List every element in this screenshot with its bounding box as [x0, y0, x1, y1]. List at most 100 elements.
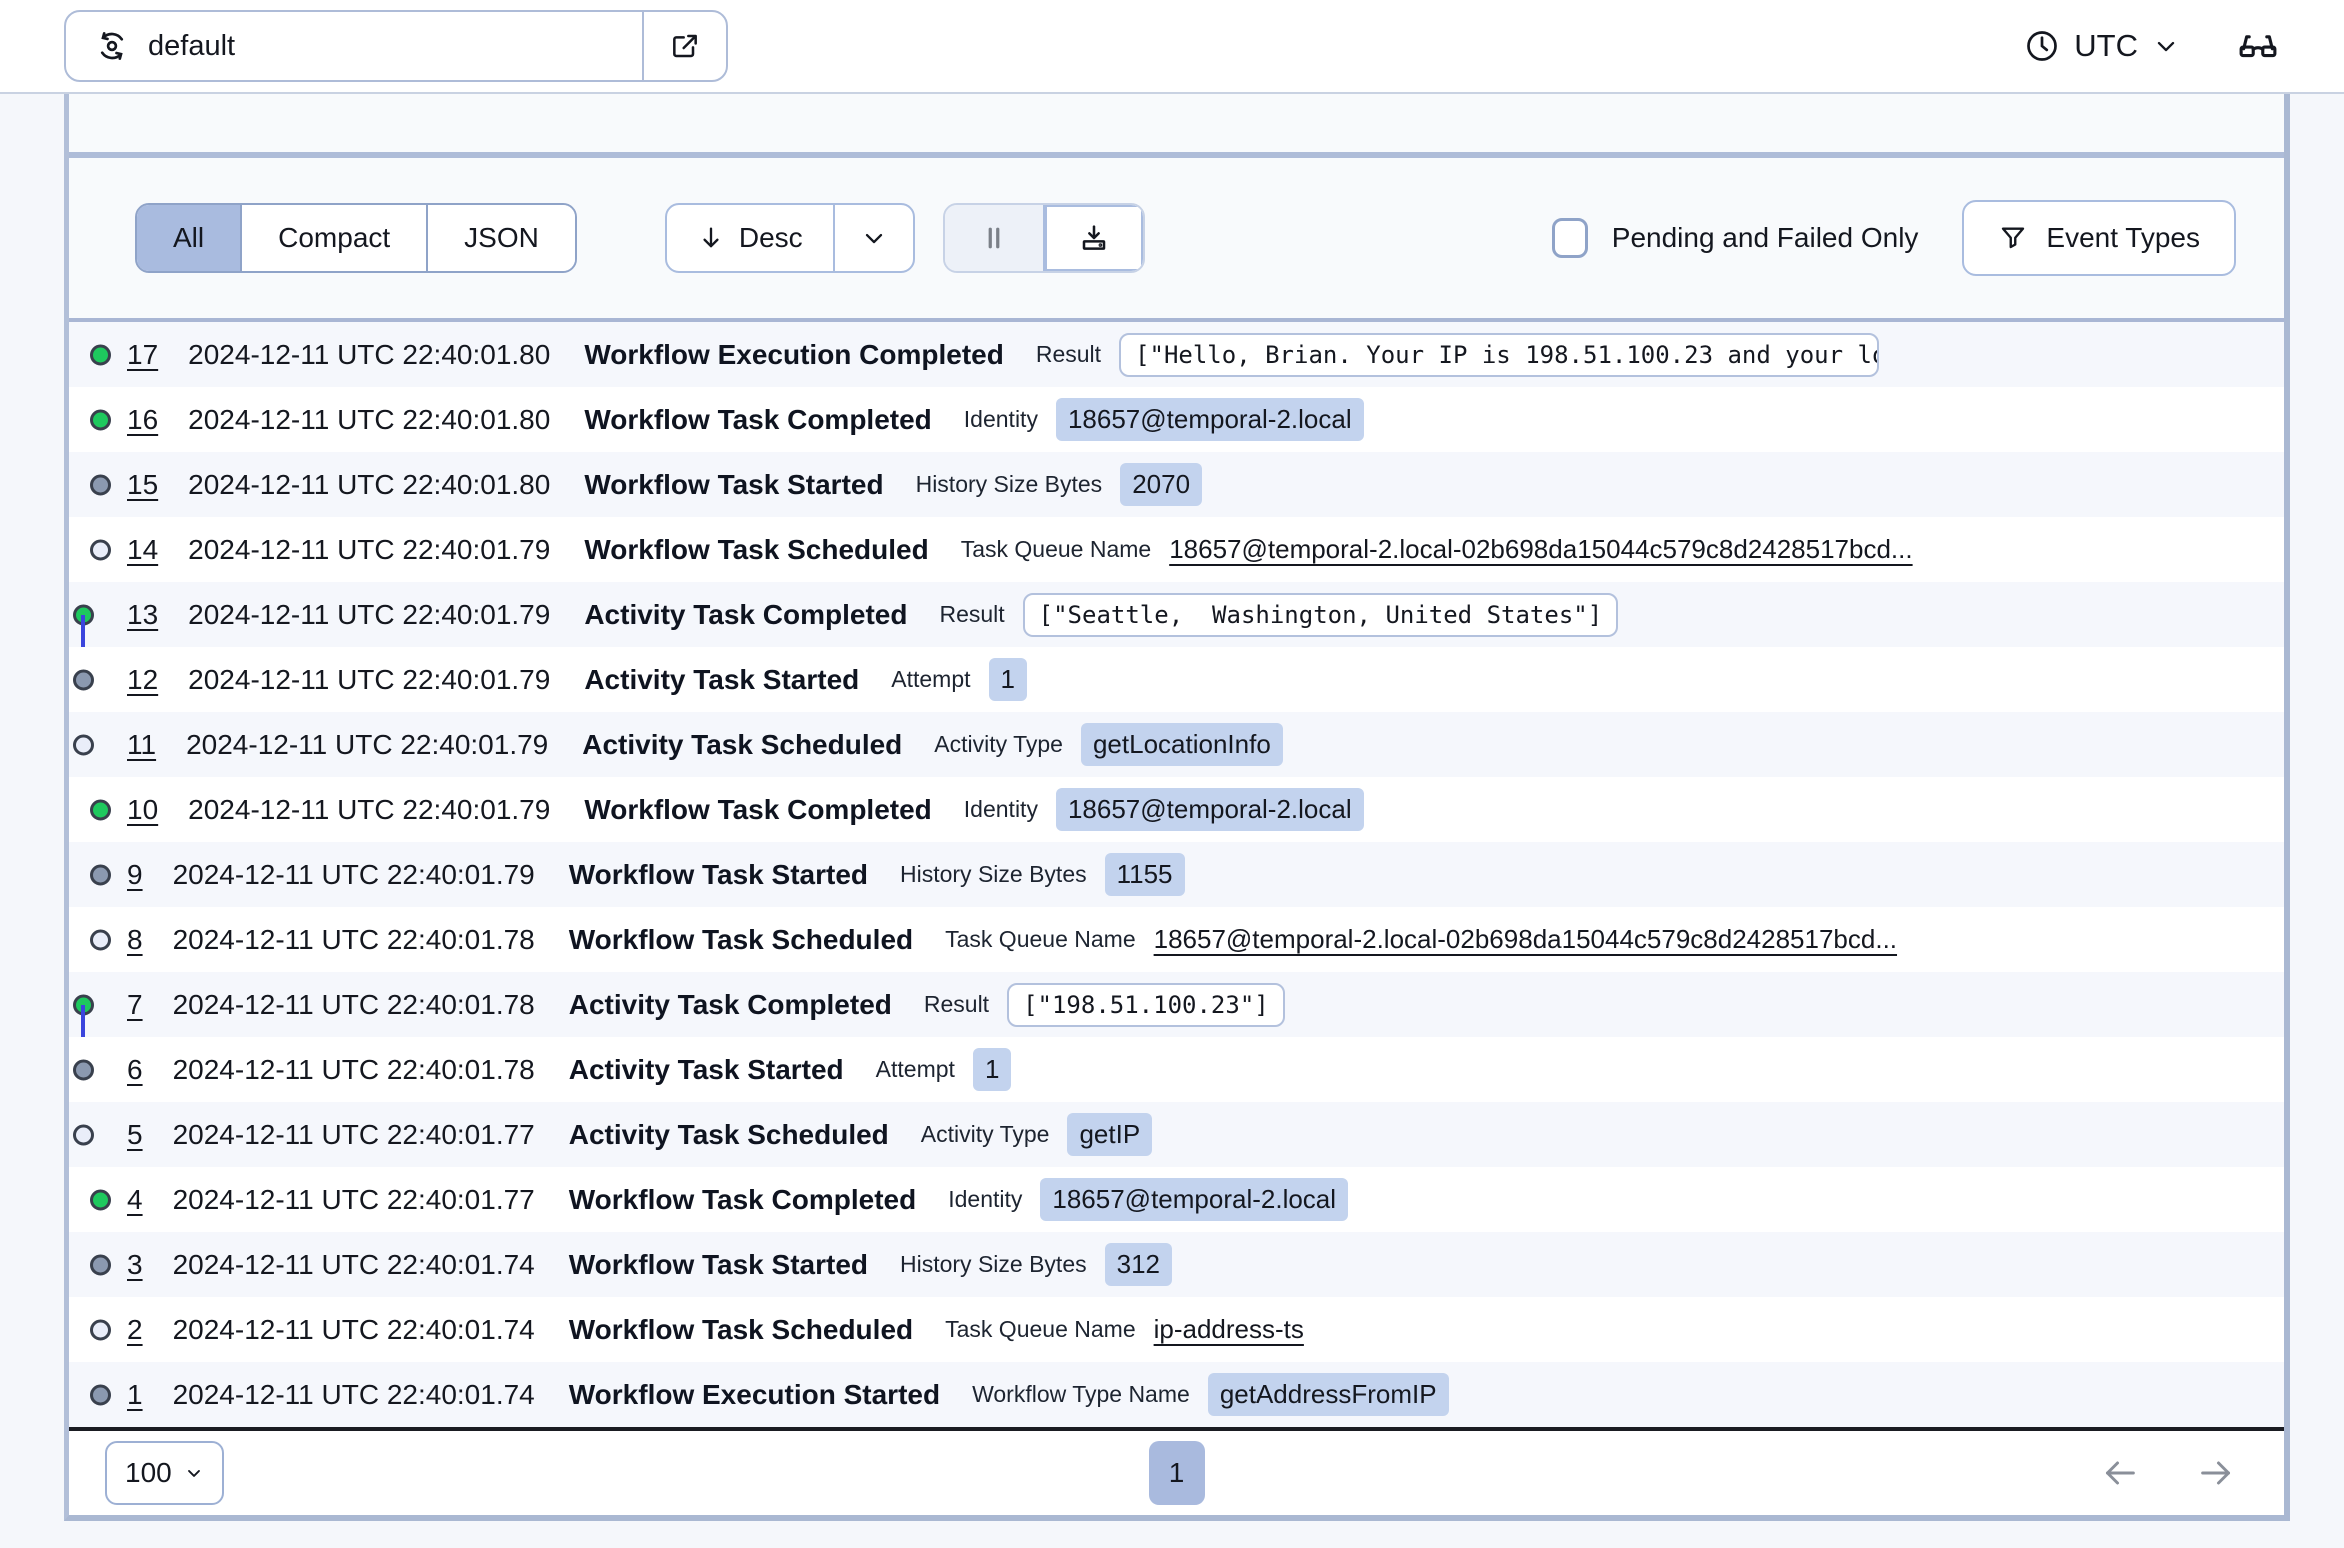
event-row[interactable]: 11 2024-12-11 UTC 22:40:01.79 Activity Tas…: [69, 712, 2284, 777]
event-row[interactable]: 16 2024-12-11 UTC 22:40:01.80 Workflow Tas…: [69, 387, 2284, 452]
labs-glasses-icon[interactable]: [2236, 24, 2280, 68]
event-id-link[interactable]: 1: [127, 1379, 143, 1411]
event-attribute-badge: 1: [988, 658, 1027, 701]
event-attribute-label: Identity: [963, 406, 1038, 432]
sort-desc-button[interactable]: Desc: [667, 205, 833, 271]
event-status-dot: [90, 539, 111, 560]
workflow-history-card: All Compact JSON Desc Pending and Failed…: [64, 94, 2290, 1521]
event-attribute-label: Result: [939, 601, 1005, 627]
pending-failed-checkbox[interactable]: [1551, 218, 1588, 258]
event-row[interactable]: 6 2024-12-11 UTC 22:40:01.78 Activity Task…: [69, 1037, 2284, 1102]
event-name: Workflow Task Completed: [584, 403, 932, 435]
event-row[interactable]: 9 2024-12-11 UTC 22:40:01.79 Workflow Task…: [69, 842, 2284, 907]
event-row[interactable]: 2 2024-12-11 UTC 22:40:01.74 Workflow Task…: [69, 1297, 2284, 1362]
event-id-link[interactable]: 8: [127, 924, 143, 956]
tab-all[interactable]: All: [137, 205, 243, 271]
event-attribute-badge: 1155: [1104, 853, 1185, 896]
event-row[interactable]: 3 2024-12-11 UTC 22:40:01.74 Workflow Task…: [69, 1232, 2284, 1297]
tab-json[interactable]: JSON: [428, 205, 575, 271]
per-page-select[interactable]: 100: [105, 1441, 224, 1505]
event-timestamp: 2024-12-11 UTC 22:40:01.79: [188, 793, 551, 825]
event-attribute-code: ["198.51.100.23"]: [1007, 982, 1285, 1027]
event-status-dot: [73, 669, 94, 690]
event-row[interactable]: 5 2024-12-11 UTC 22:40:01.77 Activity Task…: [69, 1102, 2284, 1167]
event-attribute-label: Activity Type: [920, 1121, 1050, 1147]
event-name: Workflow Task Scheduled: [584, 533, 929, 565]
top-header: default UTC: [0, 0, 2344, 94]
event-name: Activity Task Completed: [568, 988, 892, 1020]
external-link-icon: [669, 30, 701, 62]
event-attribute-label: Task Queue Name: [945, 926, 1136, 952]
previous-page-arrow[interactable]: [2100, 1453, 2140, 1493]
event-timestamp: 2024-12-11 UTC 22:40:01.78: [172, 1053, 535, 1085]
event-id-link[interactable]: 10: [127, 794, 158, 826]
event-row[interactable]: 1 2024-12-11 UTC 22:40:01.74 Workflow Exec…: [69, 1362, 2284, 1427]
tab-compact[interactable]: Compact: [242, 205, 429, 271]
event-row[interactable]: 17 2024-12-11 UTC 22:40:01.80 Workflow Exe…: [69, 322, 2284, 387]
event-row[interactable]: 10 2024-12-11 UTC 22:40:01.79 Workflow Tas…: [69, 777, 2284, 842]
event-attribute-label: History Size Bytes: [900, 1251, 1087, 1277]
event-name: Workflow Task Completed: [568, 1183, 917, 1215]
event-row[interactable]: 14 2024-12-11 UTC 22:40:01.79 Workflow Tas…: [69, 517, 2284, 582]
pause-button[interactable]: [944, 205, 1043, 271]
event-row[interactable]: 7 2024-12-11 UTC 22:40:01.78 Activity Task…: [69, 972, 2284, 1037]
chevron-down-icon: [184, 1463, 204, 1483]
task-queue-link[interactable]: 18657@temporal-2.local-02b698da15044c579…: [1154, 924, 1897, 955]
event-row[interactable]: 15 2024-12-11 UTC 22:40:01.80 Workflow Tas…: [69, 452, 2284, 517]
namespace-selector[interactable]: default: [66, 12, 642, 80]
event-attribute-label: History Size Bytes: [915, 471, 1103, 497]
event-id-link[interactable]: 9: [127, 859, 143, 891]
namespace-switcher-icon: [94, 28, 130, 64]
event-id-link[interactable]: 13: [127, 599, 158, 631]
task-queue-link[interactable]: ip-address-ts: [1154, 1314, 1304, 1345]
event-types-filter-button[interactable]: Event Types: [1962, 200, 2236, 276]
event-attribute-badge: 18657@temporal-2.local: [1040, 1178, 1349, 1221]
event-name: Activity Task Started: [584, 663, 860, 695]
event-attribute-code: ["Hello, Brian. Your IP is 198.51.100.23…: [1119, 332, 1880, 377]
event-id-link[interactable]: 3: [127, 1249, 143, 1281]
event-status-dot: [90, 1254, 111, 1275]
open-namespace-button[interactable]: [642, 12, 726, 80]
sort-label: Desc: [738, 222, 803, 253]
pending-failed-filter[interactable]: Pending and Failed Only: [1551, 218, 1918, 258]
event-id-link[interactable]: 14: [127, 534, 158, 566]
event-attribute-label: Task Queue Name: [960, 536, 1152, 562]
event-id-link[interactable]: 2: [127, 1314, 143, 1346]
event-status-dot: [90, 1189, 111, 1210]
event-id-link[interactable]: 4: [127, 1184, 143, 1216]
download-button[interactable]: [1042, 205, 1143, 271]
event-id-link[interactable]: 16: [127, 404, 158, 436]
event-types-label: Event Types: [2046, 222, 2200, 253]
event-timestamp: 2024-12-11 UTC 22:40:01.79: [172, 858, 535, 890]
sort-dropdown-button[interactable]: [832, 205, 913, 271]
event-row[interactable]: 4 2024-12-11 UTC 22:40:01.77 Workflow Task…: [69, 1167, 2284, 1232]
event-attribute-badge: 2070: [1120, 463, 1203, 506]
event-table: 17 2024-12-11 UTC 22:40:01.80 Workflow Exe…: [69, 322, 2284, 1427]
event-id-link[interactable]: 5: [127, 1119, 143, 1151]
event-id-link[interactable]: 6: [127, 1054, 143, 1086]
event-attribute-label: Attempt: [875, 1056, 955, 1082]
namespace-value: default: [148, 29, 236, 62]
event-timestamp: 2024-12-11 UTC 22:40:01.77: [172, 1183, 535, 1215]
event-attribute-label: Identity: [948, 1186, 1023, 1212]
event-id-link[interactable]: 15: [127, 469, 158, 501]
task-queue-link[interactable]: 18657@temporal-2.local-02b698da15044c579…: [1169, 534, 1912, 565]
event-id-link[interactable]: 12: [127, 664, 158, 696]
event-timestamp: 2024-12-11 UTC 22:40:01.79: [186, 728, 549, 760]
next-page-arrow[interactable]: [2196, 1453, 2236, 1493]
event-timestamp: 2024-12-11 UTC 22:40:01.79: [188, 598, 551, 630]
event-row[interactable]: 12 2024-12-11 UTC 22:40:01.79 Activity Tas…: [69, 647, 2284, 712]
event-id-link[interactable]: 11: [127, 729, 156, 761]
event-name: Workflow Task Started: [568, 858, 868, 890]
event-name: Activity Task Scheduled: [568, 1118, 889, 1150]
timezone-picker[interactable]: UTC: [2024, 28, 2180, 64]
page-number-button[interactable]: 1: [1148, 1441, 1205, 1505]
event-row[interactable]: 13 2024-12-11 UTC 22:40:01.79 Activity Tas…: [69, 582, 2284, 647]
event-id-link[interactable]: 7: [127, 989, 143, 1021]
namespace-combobox[interactable]: default: [64, 10, 728, 82]
event-id-link[interactable]: 17: [127, 339, 158, 371]
event-attribute-badge: getAddressFromIP: [1207, 1373, 1449, 1416]
event-status-dot: [73, 1059, 94, 1080]
event-status-dot: [90, 864, 111, 885]
event-row[interactable]: 8 2024-12-11 UTC 22:40:01.78 Workflow Task…: [69, 907, 2284, 972]
